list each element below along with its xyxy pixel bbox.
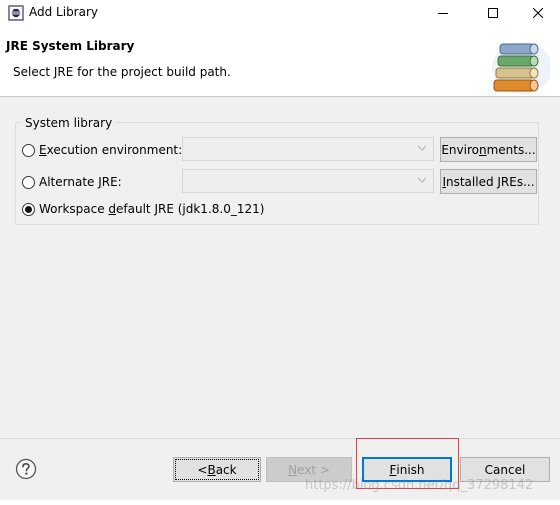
workspace-default-jre-option[interactable]: Workspace default JRE (jdk1.8.0_121)	[22, 202, 264, 216]
minimize-button[interactable]	[420, 0, 466, 26]
alternate-jre-option[interactable]: Alternate JRE:	[22, 175, 122, 189]
alternate-jre-radio[interactable]	[22, 175, 35, 189]
maximize-button[interactable]	[470, 0, 516, 26]
alternate-jre-label: Alternate JRE:	[39, 175, 122, 189]
page-description: Select JRE for the project build path.	[13, 65, 231, 79]
execution-environment-select[interactable]	[182, 137, 434, 161]
chevron-down-icon	[417, 145, 427, 151]
wizard-header: JRE System Library Select JRE for the pr…	[0, 26, 560, 97]
installed-jres-button[interactable]: Installed JREs...	[440, 169, 537, 194]
eclipse-app-icon	[8, 5, 24, 21]
back-button[interactable]: < Back	[173, 457, 261, 482]
environments-button[interactable]: Enviro n ments...	[440, 137, 537, 162]
window-title: Add Library	[29, 5, 99, 19]
page-title: JRE System Library	[6, 39, 135, 53]
footer-separator	[0, 438, 560, 439]
help-icon[interactable]	[15, 458, 37, 480]
maximize-icon	[488, 8, 498, 18]
minimize-icon	[438, 13, 448, 14]
title-bar: Add Library	[0, 0, 560, 26]
close-button[interactable]	[515, 0, 560, 26]
execution-environment-option[interactable]: Execution environment:	[22, 143, 182, 157]
bottom-strip	[0, 500, 560, 505]
execution-environment-label: Execution environment:	[39, 143, 183, 157]
alternate-jre-select[interactable]	[182, 169, 434, 193]
close-icon	[533, 8, 543, 18]
group-legend: System library	[22, 116, 116, 130]
watermark-text: https://blog.csdn.net/qq_37298142	[305, 478, 534, 493]
workspace-default-jre-radio[interactable]	[22, 202, 35, 216]
workspace-default-jre-label: Workspace default JRE (jdk1.8.0_121)	[39, 202, 265, 216]
execution-environment-radio[interactable]	[22, 143, 35, 157]
chevron-down-icon	[417, 177, 427, 183]
add-library-dialog: Add Library JRE System Library Select JR…	[0, 0, 560, 505]
library-books-icon	[492, 42, 550, 94]
